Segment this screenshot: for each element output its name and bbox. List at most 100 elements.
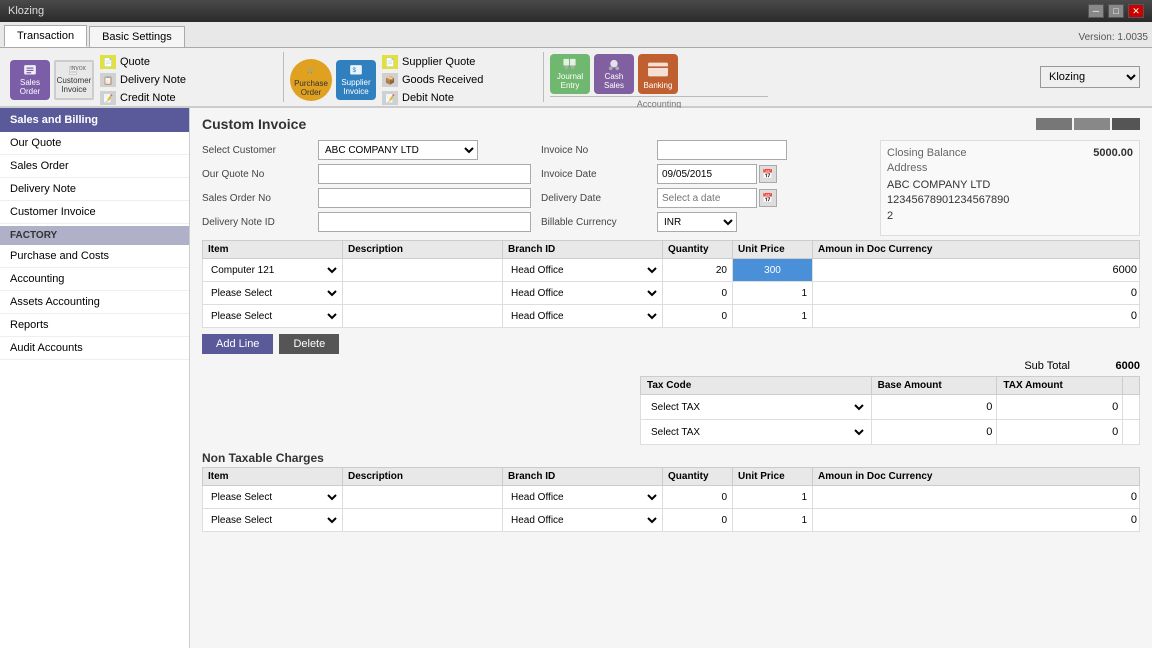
delete-button[interactable]: Delete [279,334,339,354]
journal-entry-button[interactable]: Journal Entry [550,54,590,94]
sales-order-input[interactable] [318,188,531,208]
nt-desc-input-2[interactable] [345,510,500,530]
header-buttons [1036,118,1140,130]
desc-input-3[interactable] [345,306,500,326]
maximize-button[interactable]: □ [1108,4,1124,18]
qty-input-2[interactable] [665,283,730,303]
supplier-quote-button[interactable]: 📄 Supplier Quote [380,54,485,70]
form-area: Select Customer ABC COMPANY LTD Our Quot… [190,136,1152,240]
nt-branch-cell-2: Head Office [503,509,663,532]
window-controls[interactable]: ─ □ ✕ [1088,4,1144,18]
debit-note-button[interactable]: 📝 Debit Note [380,90,485,106]
amount-cell-1: 6000 [813,259,1140,282]
supplier-invoice-button[interactable]: $ Supplier Invoice [336,60,376,100]
debit-note-label: Debit Note [402,92,454,104]
cash-sales-button[interactable]: Cash Sales [594,54,634,94]
item-select-1[interactable]: Computer 121 [205,260,340,280]
sidebar-item-accounting[interactable]: Accounting [0,268,189,291]
sidebar-item-audit-accounts[interactable]: Audit Accounts [0,337,189,360]
item-select-2[interactable]: Please Select [205,283,340,303]
klozing-dropdown[interactable]: Klozing [1040,66,1140,88]
desc-input-1[interactable] [345,260,500,280]
nt-branch-select-1[interactable]: Head Office [505,487,660,507]
desc-cell-2[interactable] [343,282,503,305]
customer-invoice-button[interactable]: INVOICE Customer Invoice [54,60,94,100]
address-line2: 12345678901234567890 [887,193,1133,208]
nt-desc-cell-1[interactable] [343,486,503,509]
delivery-note-button[interactable]: 📋 Delivery Note [98,72,188,88]
qty-cell-1[interactable] [663,259,733,282]
toolbar-accounting-section: Journal Entry Cash Sales Banking Account… [544,52,774,102]
billable-currency-row: Billable Currency INR [541,212,870,232]
sidebar-item-purchase-costs[interactable]: Purchase and Costs [0,245,189,268]
nt-item-select-2[interactable]: Please Select [205,510,340,530]
banking-button[interactable]: Banking [638,54,678,94]
delivery-note-input[interactable] [318,212,531,232]
sidebar-item-customer-invoice[interactable]: Customer Invoice [0,201,189,224]
billable-currency-dropdown[interactable]: INR [657,212,737,232]
accounting-button[interactable] [1074,118,1110,130]
quote-button[interactable]: 📄 Quote [98,54,188,70]
tax-amount-cell-1: 0 [997,395,1123,420]
close-button[interactable]: ✕ [1128,4,1144,18]
purchase-order-button[interactable]: 🛒 Purchase Order [290,59,332,101]
sidebar-item-delivery-note[interactable]: Delivery Note [0,178,189,201]
delivery-date-calendar-icon[interactable]: 📅 [759,189,777,207]
version-label: Version: 1.0035 [1079,32,1149,47]
tax-code-select-2[interactable]: Select TAX [645,422,867,442]
select-customer-dropdown[interactable]: ABC COMPANY LTD [318,140,478,160]
nt-desc-cell-2[interactable] [343,509,503,532]
minimize-button[interactable]: ─ [1088,4,1104,18]
price-cell-1[interactable] [733,259,813,282]
desc-cell-1[interactable] [343,259,503,282]
tab-basic-settings[interactable]: Basic Settings [89,26,185,47]
add-line-button[interactable]: Add Line [202,334,273,354]
qty-input-3[interactable] [665,306,730,326]
sidebar-section-factory: FACTORY [0,226,189,245]
branch-select-3[interactable]: Head Office [505,306,660,326]
invoice-date-field: 📅 [657,164,777,184]
price-input-1[interactable] [735,260,810,280]
toolbar-purchase-section: 🛒 Purchase Order $ Supplier Invoice 📄 Su… [284,52,544,102]
nt-price-input-2[interactable] [735,510,810,530]
nt-qty-input-1[interactable] [665,487,730,507]
invoice-date-calendar-icon[interactable]: 📅 [759,165,777,183]
sidebar-item-sales-order[interactable]: Sales Order [0,155,189,178]
tab-transaction[interactable]: Transaction [4,25,87,47]
nt-desc-input-1[interactable] [345,487,500,507]
sidebar-item-reports[interactable]: Reports [0,314,189,337]
cancel-button[interactable] [1036,118,1072,130]
nt-qty-input-2[interactable] [665,510,730,530]
our-quote-input[interactable] [318,164,531,184]
nt-qty-cell-2 [663,509,733,532]
nt-price-input-1[interactable] [735,487,810,507]
nt-branch-select-2[interactable]: Head Office [505,510,660,530]
price-input-2[interactable] [735,283,810,303]
tax-code-select-1[interactable]: Select TAX [645,397,867,417]
sales-order-label: Sales Order [14,78,46,96]
invoice-no-input[interactable] [657,140,787,160]
sales-order-button[interactable]: Sales Order [10,60,50,100]
journal-entry-label: Journal Entry [554,72,586,90]
qty-cell-3 [663,305,733,328]
goods-received-button[interactable]: 📦 Goods Received [380,72,485,88]
sidebar-item-our-quote[interactable]: Our Quote [0,132,189,155]
invoice-date-input[interactable] [657,164,757,184]
subtotal-tax-area: Sub Total 6000 Tax Code Base Amount TAX … [190,360,1152,445]
credit-note-label: Credit Note [120,92,176,104]
save-post-button[interactable] [1112,118,1140,130]
sidebar-item-assets-accounting[interactable]: Assets Accounting [0,291,189,314]
price-input-3[interactable] [735,306,810,326]
nt-item-select-1[interactable]: Please Select [205,487,340,507]
item-select-3[interactable]: Please Select [205,306,340,326]
credit-note-button[interactable]: 📝 Credit Note [98,90,188,106]
tax-section: Sub Total 6000 Tax Code Base Amount TAX … [640,360,1140,445]
desc-cell-3[interactable] [343,305,503,328]
credit-note-icon: 📝 [100,91,116,105]
qty-input-1[interactable] [665,260,730,280]
desc-input-2[interactable] [345,283,500,303]
delivery-date-input[interactable] [657,188,757,208]
address-label-row: Address [887,162,1133,174]
branch-select-2[interactable]: Head Office [505,283,660,303]
branch-select-1[interactable]: Head Office [505,260,660,280]
